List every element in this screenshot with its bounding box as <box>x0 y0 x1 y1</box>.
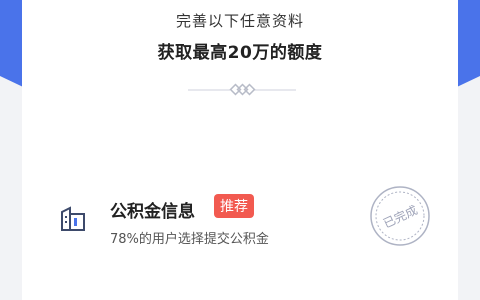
decorative-divider <box>188 83 296 96</box>
completed-stamp-text: 已完成 <box>381 202 420 231</box>
completed-stamp: 已完成 <box>370 186 430 246</box>
recommend-badge: 推荐 <box>214 194 254 218</box>
building-icon <box>61 206 85 231</box>
page-title: 获取最高20万的额度 <box>157 43 323 63</box>
item-description: 78%的用户选择提交公积金 <box>110 232 269 247</box>
page-subtitle: 完善以下任意资料 <box>175 12 304 30</box>
item-title: 公积金信息 <box>110 202 195 222</box>
info-card: 完善以下任意资料 获取最高20万的额度 公积金信息 推荐 78%的用户选择提交公… <box>22 0 458 300</box>
